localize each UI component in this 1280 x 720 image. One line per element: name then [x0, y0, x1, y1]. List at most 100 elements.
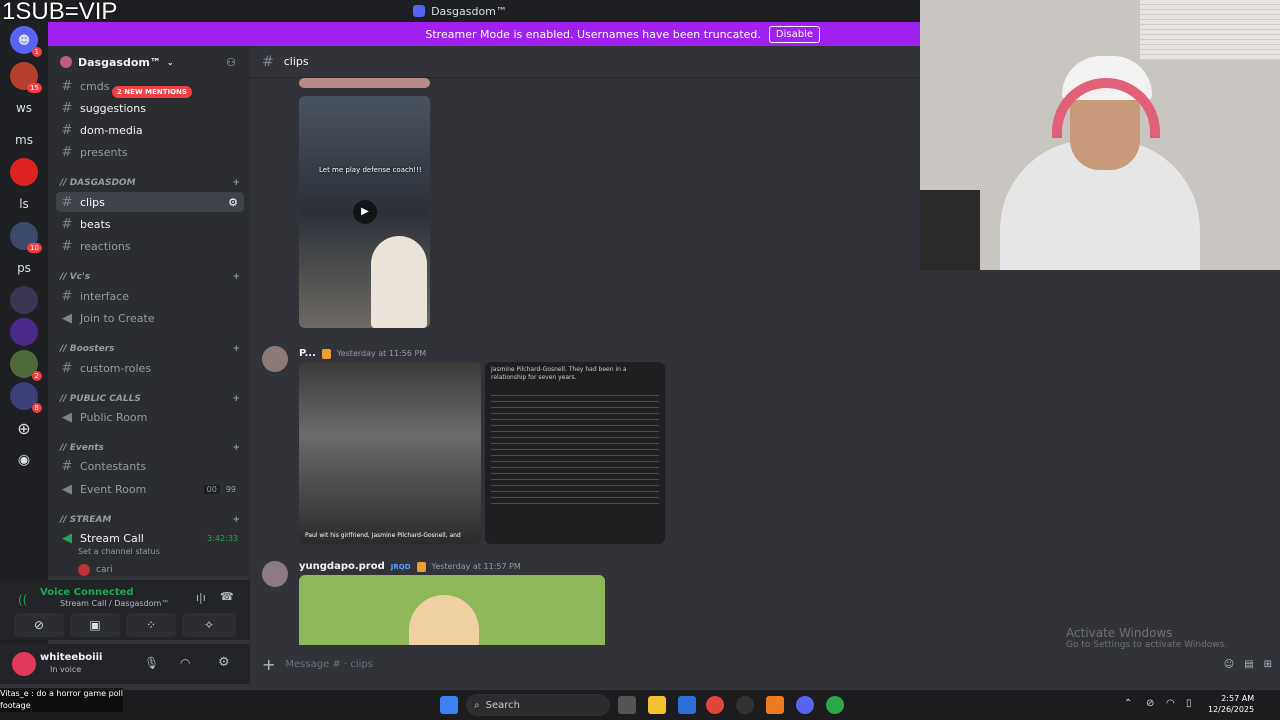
person-figure: [371, 236, 427, 328]
category-events[interactable]: // Events +: [60, 443, 240, 453]
server-icon[interactable]: ws: [10, 94, 38, 122]
guild-icon: [60, 56, 72, 68]
image-attachment[interactable]: Paul wit his girlfriend, Jasmine Pilchar…: [299, 362, 481, 544]
server-icon[interactable]: 10: [10, 222, 42, 253]
plus-icon[interactable]: +: [232, 443, 240, 453]
sticker-icon[interactable]: ▤: [1244, 659, 1253, 670]
channel-interface[interactable]: # interface: [56, 286, 244, 306]
streamer-banner-text: Streamer Mode is enabled. Usernames have…: [425, 27, 761, 41]
discover-button[interactable]: ◉: [10, 446, 38, 474]
author-name[interactable]: P...: [299, 348, 316, 359]
channel-dom-media[interactable]: # dom-media: [56, 120, 244, 140]
server-icon[interactable]: [10, 158, 38, 186]
channel-label: Event Room: [80, 482, 147, 496]
add-member-icon[interactable]: ⚇: [226, 56, 236, 69]
server-icon[interactable]: 15: [10, 62, 42, 93]
disconnect-icon[interactable]: ☎: [220, 590, 234, 603]
channel-custom-roles[interactable]: # custom-roles: [56, 358, 244, 378]
server-icon[interactable]: ps: [10, 254, 38, 282]
channel-reactions[interactable]: # reactions: [56, 236, 244, 256]
category-public-calls[interactable]: // PUBLIC CALLS +: [60, 394, 240, 404]
plus-icon[interactable]: +: [262, 655, 275, 674]
game-icon[interactable]: [736, 696, 754, 714]
cartoon-figure: [409, 595, 479, 645]
folder-icon[interactable]: [648, 696, 666, 714]
hash-icon: #: [61, 78, 73, 94]
soundboard-button[interactable]: ✧: [182, 613, 236, 637]
file-explorer-icon[interactable]: [618, 696, 636, 714]
emoji-icon[interactable]: ☺: [1224, 659, 1234, 670]
microphone-icon[interactable]: 🎙︎: [144, 656, 159, 670]
video-attachment[interactable]: Let me play defense coach!!! ▶: [299, 96, 430, 328]
gift-icon[interactable]: ⊞: [1264, 659, 1272, 670]
category-vcs[interactable]: // Vc's +: [60, 272, 240, 282]
plus-icon[interactable]: +: [232, 394, 240, 404]
voice-panel: (( Voice Connected Stream Call / Dasgasd…: [0, 580, 250, 640]
store-icon[interactable]: [678, 696, 696, 714]
message-input[interactable]: Message # · clips: [285, 659, 1213, 670]
server-icon[interactable]: [10, 318, 38, 346]
channel-clips[interactable]: # clips ⚙: [56, 192, 244, 212]
avatar[interactable]: [262, 346, 288, 372]
network-icon[interactable]: ⊘: [1146, 698, 1154, 709]
chrome-icon[interactable]: [826, 696, 844, 714]
gear-icon[interactable]: ⚙: [228, 196, 238, 209]
author-name[interactable]: yungdapo.prod: [299, 561, 385, 572]
channel-contestants[interactable]: # Contestants: [56, 456, 244, 476]
avatar[interactable]: [262, 561, 288, 587]
channel-event-room[interactable]: ◀ Event Room 00 99: [56, 479, 244, 499]
play-icon[interactable]: ▶: [353, 200, 377, 224]
activities-button[interactable]: ⁘: [126, 613, 176, 637]
headphones-icon[interactable]: ◠: [180, 656, 190, 670]
image-caption: Paul wit his girlfriend, Jasmine Pilchar…: [305, 532, 461, 539]
home-server-button[interactable]: ☻ 1: [10, 26, 42, 57]
server-icon[interactable]: [10, 286, 38, 314]
category-dasgasdom[interactable]: // DASGASDOM +: [60, 178, 240, 188]
channel-suggestions[interactable]: # suggestions: [56, 98, 244, 118]
wifi-icon[interactable]: ◠: [1166, 698, 1175, 709]
battery-icon[interactable]: ▯: [1186, 698, 1192, 709]
camera-button[interactable]: ⊘: [14, 613, 64, 637]
gear-icon[interactable]: ⚙: [218, 655, 230, 670]
soundboard-icon[interactable]: ı|ı: [196, 591, 206, 604]
plus-icon[interactable]: +: [232, 178, 240, 188]
taskbar-clock[interactable]: 2:57 AM 12/26/2025: [1208, 693, 1254, 715]
server-icon[interactable]: 2: [10, 350, 42, 381]
plus-icon[interactable]: +: [232, 272, 240, 282]
channel-stream-call[interactable]: ◀ Stream Call 3:42:33: [56, 528, 244, 548]
channel-public-room[interactable]: ◀ Public Room: [56, 407, 244, 427]
voice-member[interactable]: cari: [78, 564, 113, 576]
new-mentions-pill[interactable]: 2 NEW MENTIONS: [112, 86, 192, 98]
guild-header[interactable]: Dasgasdom™ ⌄ ⚇: [48, 46, 250, 78]
taskbar-search[interactable]: ⌕ Search: [466, 694, 610, 716]
article-screenshot[interactable]: Jasmine Pilchard-Gosnell. They had been …: [485, 362, 665, 544]
chevron-up-icon[interactable]: ⌃: [1124, 698, 1132, 709]
add-server-button[interactable]: ⊕: [10, 414, 38, 442]
image-attachment[interactable]: [299, 575, 605, 645]
screenshare-button[interactable]: ▣: [70, 613, 120, 637]
channel-join-to-create[interactable]: ◀ Join to Create: [56, 308, 244, 328]
plus-icon[interactable]: +: [232, 344, 240, 354]
voice-channel[interactable]: Stream Call / Dasgasdom™: [60, 599, 169, 608]
discord-taskbar-icon[interactable]: [796, 696, 814, 714]
app-icon[interactable]: [766, 696, 784, 714]
server-icon[interactable]: ls: [10, 190, 38, 218]
server-icon[interactable]: ms: [10, 126, 38, 154]
channel-beats[interactable]: # beats: [56, 214, 244, 234]
channel-label: Contestants: [80, 459, 147, 473]
avatar[interactable]: [12, 652, 36, 676]
hash-icon: #: [61, 122, 73, 138]
plus-icon[interactable]: +: [232, 515, 240, 525]
windows-start-icon[interactable]: [440, 696, 458, 714]
discord-icon: ☻: [17, 33, 31, 47]
window-blinds: [1140, 0, 1280, 60]
image-top-strip[interactable]: [299, 78, 430, 88]
signal-icon: ((: [18, 593, 28, 607]
category-boosters[interactable]: // Boosters +: [60, 344, 240, 354]
category-stream[interactable]: // STREAM +: [60, 515, 240, 525]
server-icon[interactable]: 8: [10, 382, 42, 413]
chrome-icon[interactable]: [706, 696, 724, 714]
channel-status-hint[interactable]: Set a channel status: [78, 547, 160, 556]
channel-presents[interactable]: # presents: [56, 142, 244, 162]
disable-streamer-button[interactable]: Disable: [768, 25, 820, 43]
